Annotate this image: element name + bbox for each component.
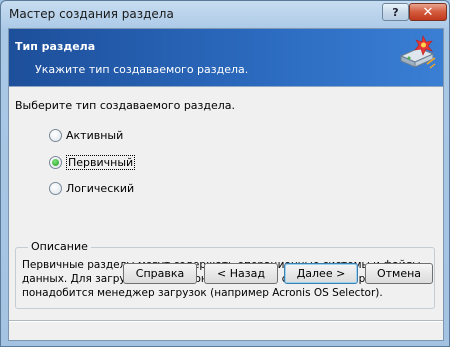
back-button[interactable]: < Назад (204, 263, 278, 284)
wizard-body: Выберите тип создаваемого раздела. Актив… (9, 86, 443, 340)
wizard-window: Мастер создания раздела ? ✕ Тип раздела … (0, 0, 450, 347)
close-button[interactable]: ✕ (409, 3, 447, 21)
disk-wizard-icon (397, 34, 437, 77)
header-title: Тип раздела (15, 40, 96, 53)
radio-label-active[interactable]: Активный (66, 129, 123, 142)
radio-active[interactable]: Активный (49, 129, 123, 142)
help-button[interactable]: Справка (123, 263, 197, 284)
next-button[interactable]: Далее > (284, 263, 358, 284)
help-title-button[interactable]: ? (382, 3, 409, 21)
wizard-header: Тип раздела Укажите тип создаваемого раз… (9, 29, 443, 86)
radio-button-checked[interactable] (49, 156, 62, 169)
radio-button[interactable] (49, 182, 62, 195)
prompt-label: Выберите тип создаваемого раздела. (15, 99, 236, 112)
radio-button[interactable] (49, 129, 62, 142)
header-subtitle: Укажите тип создаваемого раздела. (35, 63, 249, 76)
wizard-client: Тип раздела Укажите тип создаваемого раз… (8, 28, 444, 341)
title-bar[interactable]: Мастер создания раздела ? ✕ (1, 1, 449, 27)
radio-label-logical[interactable]: Логический (66, 182, 134, 195)
radio-logical[interactable]: Логический (49, 182, 134, 195)
radio-primary[interactable]: Первичный (49, 155, 136, 170)
radio-label-primary[interactable]: Первичный (66, 155, 136, 170)
footer-divider (9, 320, 443, 322)
cancel-button[interactable]: Отмена (365, 263, 433, 284)
window-title: Мастер создания раздела (9, 7, 174, 21)
description-legend: Описание (28, 240, 91, 253)
